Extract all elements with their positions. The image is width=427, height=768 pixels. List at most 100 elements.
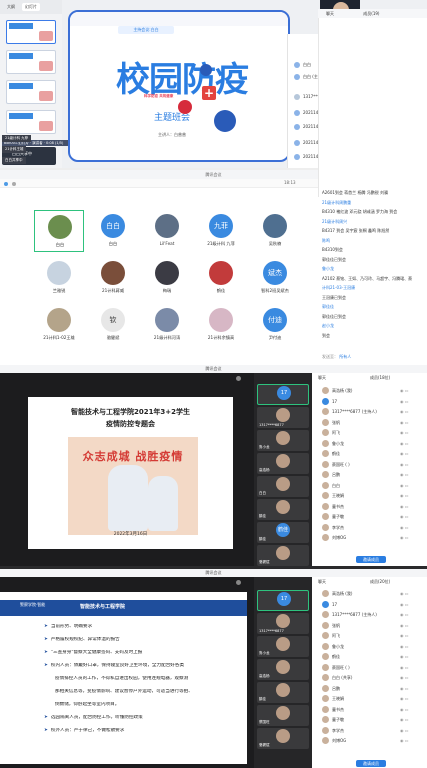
member-row[interactable]: 鲁小龙 ◉ ▭ — [314, 438, 422, 449]
member-row[interactable]: 张帆 ◉ ▭ — [314, 620, 422, 631]
member-row[interactable]: 鹤佳 ◉ ▭ — [314, 448, 422, 459]
mic-icon[interactable]: ◉ ▭ — [400, 672, 409, 683]
mic-icon[interactable]: ◉ ▭ — [400, 396, 409, 407]
member-row[interactable]: 蔡国旺 ( ) ◉ ▭ — [314, 662, 422, 673]
member-row[interactable]: 鹤佳 ◉ ▭ — [314, 651, 422, 662]
participant-tile[interactable]: 白白 — [34, 210, 84, 252]
member-row[interactable]: 17 ◉ ▭ — [314, 599, 422, 610]
mic-icon[interactable]: ◉ ▭ — [400, 490, 409, 501]
participant-tile[interactable]: 梅瑞 — [142, 257, 192, 299]
member-row[interactable]: 白白 (共享) ◉ ▭ — [314, 672, 422, 683]
video-tile[interactable]: 白白 — [257, 476, 309, 497]
tab-members[interactable]: 成员(20位) — [370, 579, 390, 585]
video-tile[interactable]: 骆健斌 — [257, 545, 309, 566]
video-tile[interactable]: 1317****6877 — [257, 407, 309, 428]
mic-icon[interactable]: ◉ ▭ — [400, 725, 409, 736]
expand-icon[interactable] — [236, 376, 241, 381]
mic-icon[interactable]: ◉ ▭ — [400, 714, 409, 725]
mic-icon[interactable]: ◉ ▭ — [400, 683, 409, 694]
invite-button[interactable]: 邀请成员 — [356, 760, 386, 767]
member-row[interactable]: 17 ◉ ▭ — [314, 396, 422, 407]
video-tile[interactable]: 鹤佳 — [257, 499, 309, 520]
video-tile[interactable]: 鲁小龙 — [257, 430, 309, 451]
member-row[interactable]: 李学杰 ◉ ▭ — [314, 522, 422, 533]
member-row[interactable]: 鲁小龙 ◉ ▭ — [314, 641, 422, 652]
slide-thumb-4[interactable] — [6, 110, 56, 134]
mic-icon[interactable]: ◉ ▭ — [400, 438, 409, 449]
mic-icon[interactable]: ◉ ▭ — [400, 522, 409, 533]
tab-chat[interactable]: 聊天 — [318, 375, 326, 381]
participant-tile[interactable]: 兰雅锐 — [34, 257, 84, 299]
video-tile[interactable]: 17 — [257, 384, 309, 405]
participant-tile[interactable]: 钦骆健斌 — [88, 304, 138, 346]
tab-slides[interactable]: 幻灯片 — [22, 3, 40, 11]
participant-tile[interactable]: 斌杰 智科2班吴斌杰 — [250, 257, 300, 299]
participant-tile[interactable]: 21级计科河涛 — [142, 304, 192, 346]
member-row[interactable]: 童子敬 ◉ ▭ — [314, 511, 422, 522]
member-row[interactable]: 1317****6877 (主持人) ◉ ▭ — [314, 609, 422, 620]
invite-button[interactable]: 邀请成员 — [356, 556, 386, 563]
mic-icon[interactable]: ◉ ▭ — [400, 630, 409, 641]
video-tile[interactable]: 鹤佳 鹤佳 — [257, 522, 309, 543]
slide-thumb-3[interactable] — [6, 80, 56, 104]
expand-icon[interactable] — [236, 580, 241, 585]
mic-icon[interactable]: ◉ ▭ — [400, 693, 409, 704]
video-tile[interactable]: 鹤佳 — [257, 682, 309, 703]
member-row[interactable]: 吕鹏 ◉ ▭ — [314, 683, 422, 694]
participant-tile[interactable]: 九菲 21级计科 九菲 — [196, 210, 246, 252]
tab-members[interactable]: 成员(19) — [363, 11, 379, 16]
member-row[interactable]: 高浩杨 (我) ◉ ▭ — [314, 385, 422, 396]
tab-chat[interactable]: 聊天 — [326, 11, 334, 16]
video-tile[interactable]: 高浩杨 — [257, 453, 309, 474]
tab-members[interactable]: 成员(18位) — [370, 375, 390, 381]
participant-tile[interactable]: 21计科蔣威 — [88, 257, 138, 299]
list-item[interactable]: 白白 — [294, 62, 311, 68]
mic-icon[interactable]: ◉ ▭ — [400, 641, 409, 652]
member-row[interactable]: 王晓娟 ◉ ▭ — [314, 693, 422, 704]
mic-icon[interactable]: ◉ ▭ — [400, 427, 409, 438]
member-row[interactable]: 童书杰 ◉ ▭ — [314, 501, 422, 512]
mic-icon[interactable]: ◉ ▭ — [400, 385, 409, 396]
video-tile[interactable]: 蔡国旺 — [257, 705, 309, 726]
video-tile[interactable]: 高浩杨 — [257, 659, 309, 680]
member-row[interactable]: 王晓娟 ◉ ▭ — [314, 490, 422, 501]
member-row[interactable]: 吕鹏 ◉ ▭ — [314, 469, 422, 480]
participant-tile[interactable]: 白白 白白 — [88, 210, 138, 252]
mic-icon[interactable]: ◉ ▭ — [400, 448, 409, 459]
info-icon[interactable] — [4, 182, 8, 186]
member-row[interactable]: 张帆 ◉ ▭ — [314, 417, 422, 428]
member-row[interactable]: 李学杰 ◉ ▭ — [314, 725, 422, 736]
slide-thumb-2[interactable] — [6, 50, 56, 74]
member-row[interactable]: 蔡国旺 ( ) ◉ ▭ — [314, 459, 422, 470]
member-row[interactable]: 阿飞 ◉ ▭ — [314, 630, 422, 641]
video-tile[interactable]: 鲁小龙 — [257, 636, 309, 657]
member-row[interactable]: 刘博OG ◉ ▭ — [314, 532, 422, 543]
mic-icon[interactable]: ◉ ▭ — [400, 609, 409, 620]
member-row[interactable]: 高浩杨 (我) ◉ ▭ — [314, 588, 422, 599]
participant-tile[interactable]: 付迪 尹付迪 — [250, 304, 300, 346]
member-row[interactable]: 1317****6877 (主持人) ◉ ▭ — [314, 406, 422, 417]
member-row[interactable]: 童子敬 ◉ ▭ — [314, 714, 422, 725]
mic-icon[interactable]: ◉ ▭ — [400, 511, 409, 522]
tab-chat[interactable]: 聊天 — [318, 579, 326, 585]
participant-tile[interactable]: 21计科1-02王雄 — [34, 304, 84, 346]
member-row[interactable]: 童书杰 ◉ ▭ — [314, 704, 422, 715]
participant-tile[interactable]: 鹤佳 — [196, 257, 246, 299]
participant-tile[interactable]: 21计科余镇高 — [196, 304, 246, 346]
send-to[interactable]: 发送至： 所有人 — [322, 354, 426, 359]
mic-icon[interactable]: ◉ ▭ — [400, 599, 409, 610]
mic-icon[interactable]: ◉ ▭ — [400, 704, 409, 715]
mic-icon[interactable]: ◉ ▭ — [400, 417, 409, 428]
participant-tile[interactable]: 吴秋楠 — [250, 210, 300, 252]
mic-icon[interactable]: ◉ ▭ — [400, 662, 409, 673]
participant-tile[interactable]: Lil'Feat — [142, 210, 192, 252]
mic-icon[interactable]: ◉ ▭ — [400, 588, 409, 599]
member-row[interactable]: 刘博OG ◉ ▭ — [314, 735, 422, 746]
mic-icon[interactable]: ◉ ▭ — [400, 480, 409, 491]
member-row[interactable]: 阿飞 ◉ ▭ — [314, 427, 422, 438]
mic-icon[interactable]: ◉ ▭ — [400, 459, 409, 470]
video-tile[interactable]: 1317****6877 — [257, 613, 309, 634]
tab-outline[interactable]: 大纲 — [4, 3, 18, 11]
mic-icon[interactable]: ◉ ▭ — [400, 532, 409, 543]
mic-icon[interactable]: ◉ ▭ — [400, 620, 409, 631]
